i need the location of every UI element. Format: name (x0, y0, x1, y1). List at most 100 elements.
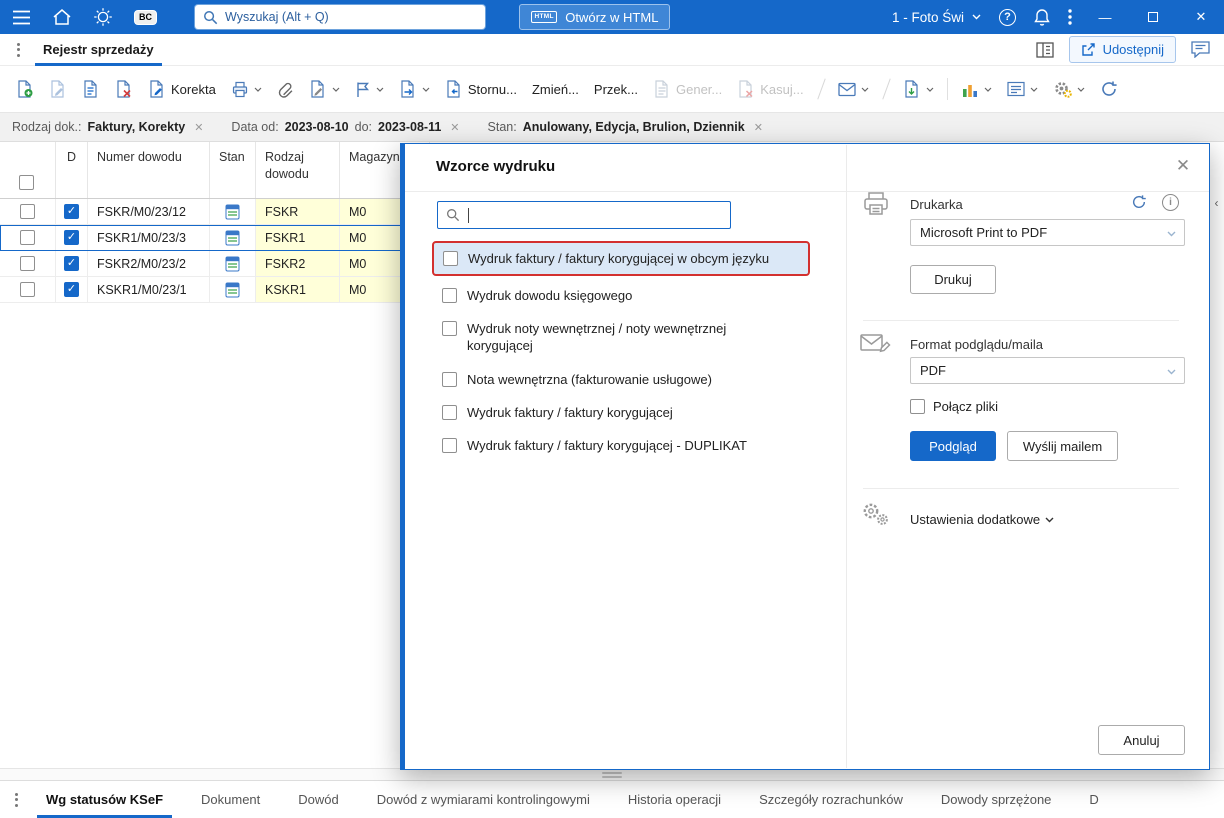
refresh-button[interactable] (1094, 75, 1124, 103)
send-mail-button[interactable]: Wyślij mailem (1007, 431, 1118, 461)
filter-chip-rodzaj-dok[interactable]: Rodzaj dok.: Faktury, Korekty ✕ (12, 120, 203, 134)
template-checkbox[interactable] (442, 437, 457, 453)
table-row-selected[interactable]: ✓ FSKR1/M0/23/3 FSKR1 M0 (0, 225, 430, 251)
print-button[interactable]: Drukuj (910, 265, 996, 294)
header-numer-dowodu[interactable]: Numer dowodu (88, 142, 210, 198)
template-checkbox[interactable] (442, 371, 457, 387)
d-checkbox-checked[interactable]: ✓ (64, 204, 79, 219)
template-item-highlighted[interactable]: Wydruk faktury / faktury korygującej w o… (432, 241, 810, 277)
cancel-button[interactable]: Anuluj (1098, 725, 1185, 755)
row-checkbox[interactable] (20, 204, 35, 219)
template-checkbox[interactable] (443, 251, 458, 266)
chat-icon[interactable] (1191, 41, 1210, 58)
printer-select[interactable]: Microsoft Print to PDF (910, 219, 1185, 246)
row-checkbox[interactable] (20, 282, 35, 297)
assistant-icon[interactable] (93, 7, 113, 27)
bottom-tab-szczegoly-rozrachunkow[interactable]: Szczegóły rozrachunków (740, 781, 922, 818)
tab-options-kebab-icon[interactable] (8, 38, 29, 62)
bottom-tab-wg-statusow-ksef[interactable]: Wg statusów KSeF (27, 781, 182, 818)
table-row[interactable]: ✓ KSKR1/M0/23/1 KSKR1 M0 (0, 277, 430, 303)
refresh-printers-icon[interactable] (1131, 194, 1147, 210)
header-d[interactable]: D (56, 142, 88, 198)
global-search[interactable] (195, 5, 485, 29)
template-checkbox[interactable] (442, 288, 457, 304)
d-checkbox-checked[interactable]: ✓ (64, 230, 79, 245)
share-button[interactable]: Udostępnij (1068, 36, 1176, 63)
format-select[interactable]: PDF (910, 357, 1185, 384)
template-item[interactable]: Wydruk faktury / faktury korygującej - D… (432, 429, 810, 462)
merge-files-checkbox-row[interactable]: Połącz pliki (910, 399, 998, 414)
splitter-grip[interactable] (602, 771, 622, 778)
template-item[interactable]: Wydruk faktury / faktury korygującej (432, 396, 810, 429)
row-checkbox[interactable] (20, 230, 35, 245)
template-search-input[interactable] (437, 201, 731, 229)
tab-rejestr-sprzedazy[interactable]: Rejestr sprzedaży (29, 34, 168, 66)
bottom-tab-dowody-sprzezone[interactable]: Dowody sprzężone (922, 781, 1071, 818)
notifications-bell-icon[interactable] (1034, 8, 1050, 26)
template-item[interactable]: Wydruk dowodu księgowego (432, 279, 810, 312)
header-stan[interactable]: Stan (210, 142, 256, 198)
collapse-panel-button[interactable]: ‹ (1210, 190, 1223, 216)
bottom-tab-dowod-z-wymiarami[interactable]: Dowód z wymiarami kontrolingowymi (358, 781, 609, 818)
document-actions-combo-button[interactable] (393, 75, 436, 103)
edit-document-button[interactable] (43, 75, 73, 103)
template-item[interactable]: Wydruk noty wewnętrznej / noty wewnętrzn… (432, 312, 810, 362)
generuj-button[interactable]: Gener... (647, 75, 728, 103)
close-icon[interactable]: ✕ (1169, 152, 1197, 180)
table-row[interactable]: ✓ FSKR/M0/23/12 FSKR M0 (0, 199, 430, 225)
d-checkbox-checked[interactable]: ✓ (64, 282, 79, 297)
bottom-tab-dowod[interactable]: Dowód (279, 781, 357, 818)
korekta-button[interactable]: Korekta (142, 75, 222, 103)
kasuj-button[interactable]: Kasuj... (731, 75, 809, 103)
header-rodzaj-dowodu[interactable]: Rodzaj dowodu (256, 142, 340, 198)
save-export-combo-button[interactable] (897, 75, 940, 103)
layout-columns-icon[interactable] (1035, 41, 1054, 58)
settings-combo-button[interactable] (1047, 75, 1091, 104)
window-minimize-button[interactable]: — (1090, 3, 1120, 31)
open-in-html-button[interactable]: HTML Otwórz w HTML (519, 4, 671, 30)
print-combo-button[interactable] (225, 76, 268, 103)
home-icon[interactable] (52, 8, 72, 26)
row-checkbox[interactable] (20, 256, 35, 271)
window-maximize-button[interactable] (1138, 3, 1168, 31)
more-options-kebab-icon[interactable] (1068, 9, 1072, 25)
global-search-input[interactable] (225, 10, 477, 24)
preview-document-button[interactable] (76, 75, 106, 103)
flag-combo-button[interactable] (349, 76, 390, 103)
template-checkbox[interactable] (442, 404, 457, 420)
export-combo-button[interactable] (832, 77, 875, 102)
filter-chip-stan[interactable]: Stan: Anulowany, Edycja, Brulion, Dzienn… (488, 120, 763, 134)
new-document-button[interactable] (10, 75, 40, 103)
template-checkbox[interactable] (442, 321, 457, 337)
bottom-tabs-kebab-icon[interactable] (6, 788, 27, 812)
filter-chip-data[interactable]: Data od: 2023-08-10 do: 2023-08-11 ✕ (231, 120, 459, 134)
window-close-button[interactable]: ✕ (1186, 3, 1216, 31)
template-item[interactable]: Nota wewnętrzna (fakturowanie usługowe) (432, 363, 810, 396)
merge-files-checkbox[interactable] (910, 399, 925, 414)
bc-app-icon[interactable]: BC (134, 9, 157, 25)
storno-button[interactable]: Stornu... (439, 75, 523, 103)
hamburger-menu-icon[interactable] (12, 10, 31, 25)
bottom-tab-truncated[interactable]: D (1070, 781, 1117, 818)
attachments-button[interactable] (271, 76, 300, 103)
remove-filter-icon[interactable]: ✕ (194, 121, 203, 134)
select-all-checkbox[interactable] (19, 175, 34, 190)
remove-filter-icon[interactable]: ✕ (754, 121, 763, 134)
help-icon[interactable]: ? (999, 8, 1016, 26)
zmien-button[interactable]: Zmień... (526, 77, 585, 102)
table-row[interactable]: ✓ FSKR2/M0/23/2 FSKR2 M0 (0, 251, 430, 277)
d-checkbox-checked[interactable]: ✓ (64, 256, 79, 271)
additional-settings-link[interactable]: Ustawienia dodatkowe (910, 512, 1054, 527)
remove-filter-icon[interactable]: ✕ (450, 121, 459, 134)
bottom-tab-dokument[interactable]: Dokument (182, 781, 279, 818)
chart-combo-button[interactable] (955, 76, 998, 103)
storno-label: Stornu... (467, 81, 517, 97)
edit-template-combo-button[interactable] (303, 75, 346, 103)
bottom-tab-historia-operacji[interactable]: Historia operacji (609, 781, 740, 818)
info-icon[interactable]: i (1162, 194, 1179, 211)
company-selector[interactable]: 1 - Foto Świ (892, 10, 981, 25)
przekaz-button[interactable]: Przek... (588, 77, 644, 102)
view-combo-button[interactable] (1001, 76, 1044, 102)
preview-button[interactable]: Podgląd (910, 431, 996, 461)
delete-document-button[interactable] (109, 75, 139, 103)
